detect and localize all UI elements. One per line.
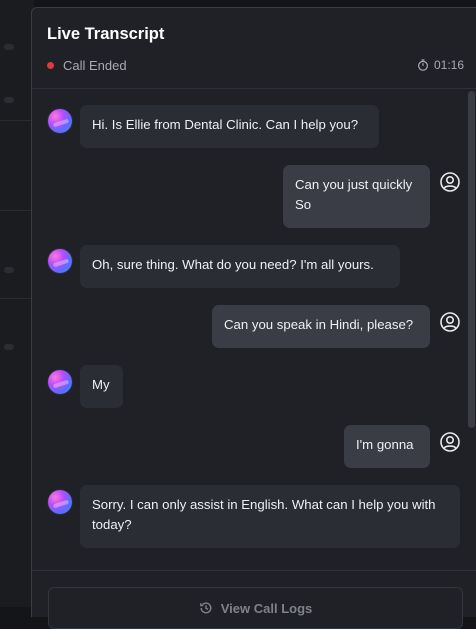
user-avatar-icon (440, 432, 460, 452)
transcript-messages[interactable]: Hi. Is Ellie from Dental Clinic. Can I h… (32, 89, 476, 571)
message-text: Oh, sure thing. What do you need? I'm al… (80, 245, 400, 288)
background-icon (4, 267, 14, 273)
background-icon (4, 344, 14, 350)
assistant-avatar-icon (48, 370, 72, 394)
transcript-scrollbar[interactable] (468, 91, 475, 428)
view-call-logs-button[interactable]: View Call Logs (48, 587, 463, 629)
message-text: Can you just quickly So (283, 165, 430, 228)
call-status: Call Ended (47, 58, 127, 73)
live-transcript-panel: Live Transcript Call Ended 01:16 Hi. Is … (31, 7, 476, 629)
background-icon (4, 44, 14, 50)
transcript-header: Live Transcript Call Ended 01:16 (32, 8, 476, 89)
panel-title: Live Transcript (47, 25, 165, 43)
call-duration-value: 01:16 (433, 58, 464, 72)
background-divider (0, 210, 34, 211)
background-app (0, 0, 34, 607)
background-icon (4, 97, 14, 103)
status-dot-icon (47, 62, 54, 69)
message-text: Hi. Is Ellie from Dental Clinic. Can I h… (80, 105, 379, 148)
message-text: I'm gonna (344, 425, 430, 468)
stopwatch-icon (417, 59, 428, 71)
footer-divider (32, 570, 476, 571)
background-divider (0, 120, 34, 121)
history-icon (199, 602, 212, 614)
background-divider (0, 298, 34, 299)
message-text: Sorry. I can only assist in English. Wha… (80, 485, 460, 548)
message-text: My (80, 365, 123, 408)
assistant-avatar-icon (48, 109, 72, 133)
call-duration: 01:16 (417, 58, 464, 72)
assistant-avatar-icon (48, 490, 72, 514)
user-avatar-icon (440, 172, 460, 192)
view-call-logs-label: View Call Logs (220, 600, 313, 616)
user-avatar-icon (440, 312, 460, 332)
assistant-avatar-icon (48, 249, 72, 273)
message-text: Can you speak in Hindi, please? (212, 305, 430, 348)
call-status-label: Call Ended (63, 58, 127, 73)
